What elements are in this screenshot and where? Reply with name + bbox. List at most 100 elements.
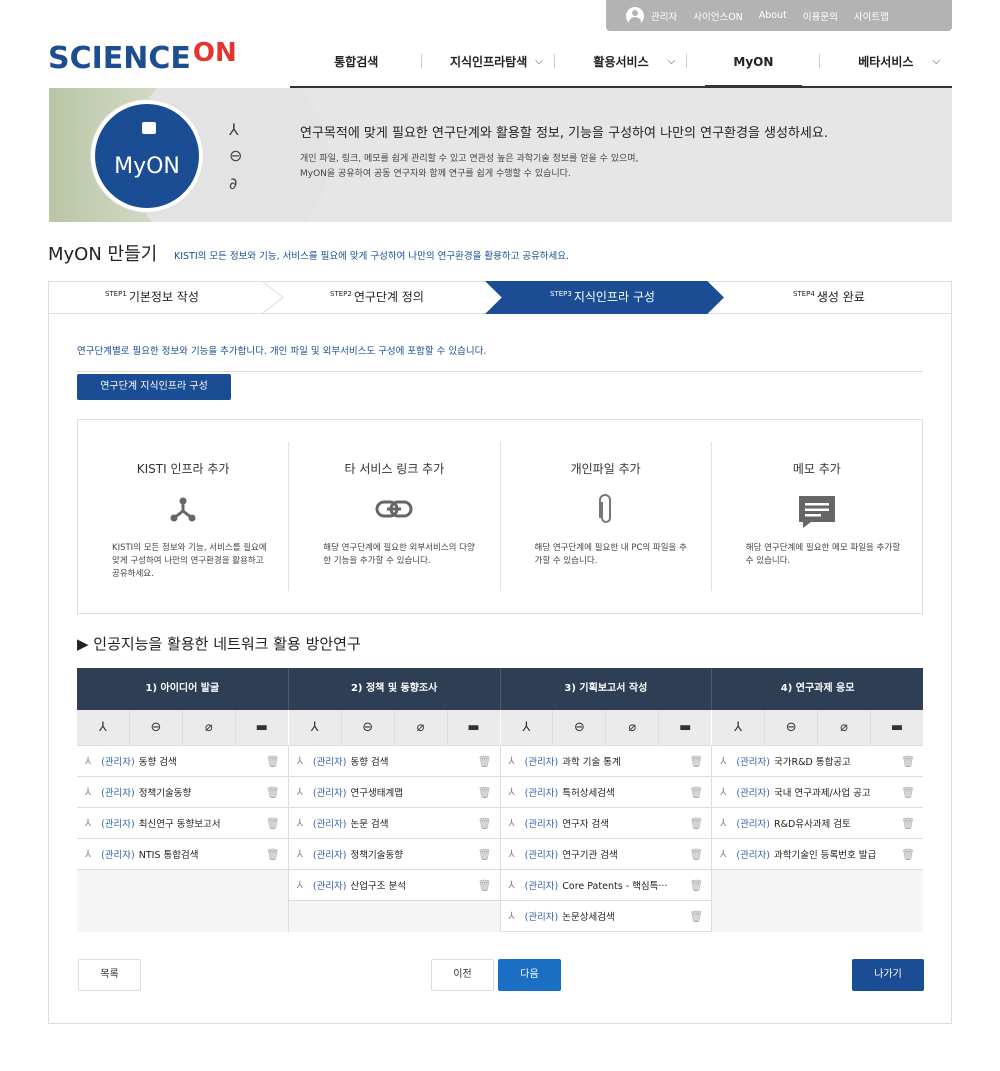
stage-item[interactable]: ⅄ (관리자) 정책기술동향 🗑 (288, 839, 500, 870)
trash-icon[interactable]: 🗑 (478, 786, 492, 799)
nav-item-knowledge-infra[interactable]: 지식인프라탐색 ⌵ (422, 44, 556, 86)
add-paperclip-icon[interactable]: ⌀ (395, 710, 448, 745)
trash-icon[interactable]: 🗑 (266, 848, 280, 861)
prev-button[interactable]: 이전 (431, 959, 494, 991)
item-label: 국가R&D 통합공고 (774, 757, 851, 768)
stage-item[interactable]: ⅄ (관리자) 산업구조 분석 🗑 (288, 870, 500, 901)
add-memo-icon[interactable]: ▬ (236, 710, 288, 745)
stage-item[interactable]: ⅄ (관리자) 연구자 검색 🗑 (500, 808, 712, 839)
stage-item[interactable]: ⅄ (관리자) 정책기술동향 🗑 (77, 777, 288, 808)
trash-icon[interactable]: 🗑 (478, 848, 492, 861)
step-number: STEP3 (550, 290, 572, 298)
add-link-icon[interactable]: ⊖ (765, 710, 819, 745)
network-icon: ⅄ (508, 786, 515, 798)
chevron-down-icon: ⌵ (932, 56, 941, 67)
card-title: 개인파일 추가 (570, 462, 641, 476)
add-memo-icon[interactable]: ▬ (448, 710, 500, 745)
trash-icon[interactable]: 🗑 (478, 755, 492, 768)
add-memo-icon[interactable]: ▬ (871, 710, 923, 745)
util-link-inquiry[interactable]: 이용문의 (803, 9, 838, 23)
next-button[interactable]: 다음 (498, 959, 561, 991)
network-icon: ⅄ (508, 817, 515, 829)
trash-icon[interactable]: 🗑 (266, 786, 280, 799)
trash-icon[interactable]: 🗑 (901, 848, 915, 861)
add-link-icon[interactable]: ⊖ (130, 710, 183, 745)
myon-emblem-text: MyON (114, 154, 180, 179)
admin-tag: (관리자) (736, 850, 770, 861)
stage-item[interactable]: ⅄ (관리자) 연구생태계맵 🗑 (288, 777, 500, 808)
trash-icon[interactable]: 🗑 (901, 755, 915, 768)
tab-knowledge-infra-config[interactable]: 연구단계 지식인프라 구성 (77, 374, 231, 400)
stage-item[interactable]: ⅄ (관리자) 동향 검색 🗑 (77, 746, 288, 777)
item-label: 정책기술동향 (350, 850, 403, 861)
logo-on-text: ON (192, 38, 237, 68)
add-network-icon[interactable]: ⅄ (712, 710, 766, 745)
stage-item[interactable]: ⅄ (관리자) 과학기술인 등록번호 발급 🗑 (712, 839, 923, 870)
trash-icon[interactable]: 🗑 (901, 786, 915, 799)
paperclip-icon (501, 494, 711, 526)
network-icon: ⅄ (508, 848, 515, 860)
step-label: 연구단계 정의 (353, 290, 424, 304)
exit-button[interactable]: 나가기 (852, 959, 924, 991)
add-paperclip-icon[interactable]: ⌀ (606, 710, 660, 745)
trash-icon[interactable]: 🗑 (689, 910, 703, 923)
scienceon-logo[interactable]: SCIENCE ON (48, 38, 237, 78)
stage-column: ⅄ (관리자) 과학 기술 통계 🗑 ⅄ (관리자) 특허상세검색 🗑 ⅄ (관리자) 연구자 검색… (500, 746, 713, 932)
add-link-icon[interactable]: ⊖ (553, 710, 607, 745)
trash-icon[interactable]: 🗑 (478, 817, 492, 830)
nav-item-integrated-search[interactable]: 통합검색 (290, 44, 423, 86)
add-kisti-infra-card[interactable]: KISTI 인프라 추가 KISTI의 모든 정보와 기능, 서비스를 필요에 … (78, 442, 290, 591)
stage-item[interactable]: ⅄ (관리자) 국내 연구과제/사업 공고 🗑 (712, 777, 923, 808)
stage-item[interactable]: ⅄ (관리자) 논문상세검색 🗑 (500, 901, 712, 932)
stage-item[interactable]: ⅄ (관리자) NTIS 통합검색 🗑 (77, 839, 288, 870)
nav-label: 지식인프라탐색 (449, 55, 528, 69)
add-network-icon[interactable]: ⅄ (501, 710, 554, 745)
add-personal-file-card[interactable]: 개인파일 추가 해당 연구단계에 필요한 내 PC의 파일을 추가할 수 있습니… (501, 442, 712, 591)
admin-tag: (관리자) (312, 757, 347, 768)
admin-label: 관리자 (651, 11, 678, 23)
list-button[interactable]: 목록 (78, 959, 141, 991)
nav-item-services[interactable]: 활용서비스 ⌵ (555, 44, 688, 86)
trash-icon[interactable]: 🗑 (689, 755, 703, 768)
stage-item[interactable]: ⅄ (관리자) Core Patents - 핵심특··· 🗑 (500, 870, 712, 901)
add-memo-icon[interactable]: ▬ (659, 710, 711, 745)
admin-tag: (관리자) (524, 912, 559, 923)
item-label: 연구생태계맵 (350, 788, 403, 799)
add-link-icon[interactable]: ⊖ (342, 710, 395, 745)
admin-profile[interactable]: 관리자 (626, 6, 678, 25)
stage-item[interactable]: ⅄ (관리자) 논문 검색 🗑 (288, 808, 500, 839)
step-label: 지식인프라 구성 (573, 290, 655, 304)
admin-tag: (관리자) (101, 757, 135, 768)
util-link-sitemap[interactable]: 사이트맵 (854, 9, 889, 23)
add-network-icon[interactable]: ⅄ (77, 710, 130, 745)
trash-icon[interactable]: 🗑 (689, 848, 703, 861)
add-service-link-card[interactable]: 타 서비스 링크 추가 해당 연구단계에 필요한 외부서비스의 다양한 기능을 … (289, 442, 501, 591)
nav-item-myon[interactable]: MyON (687, 44, 821, 88)
stage-item[interactable]: ⅄ (관리자) 국가R&D 통합공고 🗑 (712, 746, 923, 777)
stage-header: 1) 아이디어 발굴 (77, 668, 289, 710)
page-title: MyON 만들기 (48, 244, 158, 265)
add-paperclip-icon[interactable]: ⌀ (818, 710, 872, 745)
stage-item[interactable]: ⅄ (관리자) 최신연구 동향보고서 🗑 (77, 808, 288, 839)
step-label: 생성 완료 (816, 290, 865, 304)
add-paperclip-icon[interactable]: ⌀ (183, 710, 236, 745)
stage-item[interactable]: ⅄ (관리자) 동향 검색 🗑 (288, 746, 500, 777)
trash-icon[interactable]: 🗑 (901, 817, 915, 830)
stage-item[interactable]: ⅄ (관리자) 특허상세검색 🗑 (500, 777, 712, 808)
network-icon: ⅄ (508, 755, 515, 767)
stage-item[interactable]: ⅄ (관리자) 연구기관 검색 🗑 (500, 839, 712, 870)
admin-tag: (관리자) (736, 788, 770, 799)
trash-icon[interactable]: 🗑 (689, 817, 703, 830)
util-link-scienceon[interactable]: 사이언스ON (693, 9, 743, 23)
trash-icon[interactable]: 🗑 (478, 879, 492, 892)
trash-icon[interactable]: 🗑 (689, 879, 703, 892)
add-network-icon[interactable]: ⅄ (289, 710, 342, 745)
trash-icon[interactable]: 🗑 (266, 817, 280, 830)
trash-icon[interactable]: 🗑 (689, 786, 703, 799)
nav-item-beta[interactable]: 베타서비스 ⌵ (820, 44, 952, 86)
stage-item[interactable]: ⅄ (관리자) 과학 기술 통계 🗑 (500, 746, 712, 777)
util-link-about[interactable]: About (759, 10, 787, 21)
add-memo-card[interactable]: 메모 추가 해당 연구단계에 필요한 메모 파일을 추가할 수 있습니다. (712, 442, 922, 591)
stage-item[interactable]: ⅄ (관리자) R&D유사과제 검토 🗑 (712, 808, 923, 839)
trash-icon[interactable]: 🗑 (266, 755, 280, 768)
